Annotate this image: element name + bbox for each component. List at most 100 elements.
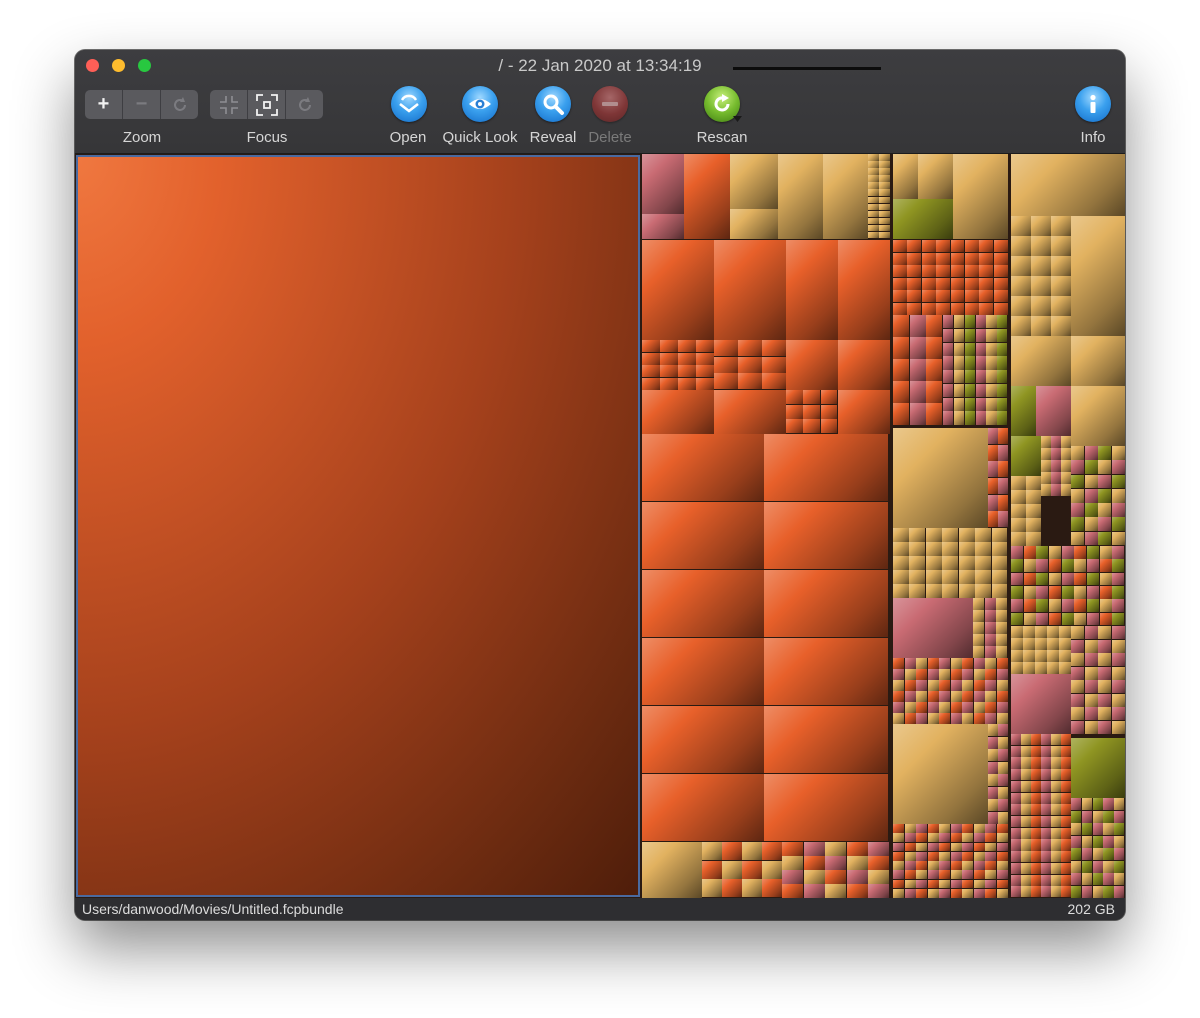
treemap-block[interactable] [879, 168, 890, 175]
treemap-block[interactable] [986, 397, 997, 411]
treemap-block[interactable] [1051, 472, 1061, 484]
treemap-block[interactable] [1059, 662, 1071, 674]
treemap-block[interactable] [1023, 599, 1036, 613]
treemap-block[interactable] [893, 851, 904, 861]
treemap-block[interactable] [909, 381, 926, 403]
treemap-block[interactable] [1023, 546, 1036, 559]
treemap-block[interactable] [1011, 490, 1026, 504]
treemap-block[interactable] [985, 861, 996, 870]
treemap-block[interactable] [921, 265, 936, 277]
treemap-block[interactable] [926, 315, 943, 337]
treemap-block[interactable] [1031, 792, 1041, 804]
treemap-block[interactable] [939, 888, 950, 898]
treemap-block[interactable] [893, 556, 909, 570]
treemap-block[interactable] [975, 383, 986, 397]
treemap-block[interactable] [846, 870, 868, 884]
treemap-block[interactable] [964, 277, 979, 290]
treemap-block[interactable] [942, 542, 959, 556]
treemap-block[interactable] [1041, 734, 1051, 746]
treemap-block[interactable] [1099, 546, 1112, 559]
treemap-block[interactable] [1041, 484, 1051, 496]
treemap-block[interactable] [973, 646, 985, 658]
treemap-block[interactable] [1021, 839, 1031, 851]
treemap-block[interactable] [939, 833, 950, 842]
treemap-block[interactable] [1011, 546, 1024, 559]
treemap-block[interactable] [762, 842, 782, 861]
treemap-block[interactable] [927, 658, 939, 669]
treemap-block[interactable] [1092, 798, 1103, 810]
treemap-block[interactable] [1061, 780, 1071, 793]
treemap-block[interactable] [838, 390, 890, 434]
treemap-block[interactable] [988, 511, 998, 528]
focus-out-button[interactable] [248, 90, 286, 119]
treemap-block[interactable] [1071, 446, 1084, 460]
treemap-block[interactable] [1021, 886, 1031, 898]
treemap-block[interactable] [975, 528, 992, 542]
treemap-block[interactable] [943, 356, 954, 370]
treemap-block[interactable] [907, 277, 922, 290]
treemap-block[interactable] [964, 302, 979, 315]
treemap-block[interactable] [803, 390, 821, 405]
treemap-block[interactable] [925, 556, 942, 570]
treemap-block[interactable] [1011, 816, 1021, 828]
treemap-block[interactable] [993, 277, 1008, 290]
treemap-block[interactable] [1011, 769, 1021, 781]
treemap-block[interactable] [904, 680, 916, 691]
treemap-block[interactable] [998, 444, 1008, 461]
treemap-block[interactable] [973, 851, 985, 861]
treemap-block[interactable] [1051, 745, 1061, 757]
treemap-block[interactable] [1092, 823, 1103, 835]
treemap-block[interactable] [1061, 745, 1071, 757]
treemap-block[interactable] [868, 231, 879, 239]
treemap-block[interactable] [762, 356, 786, 373]
treemap-block[interactable] [1023, 638, 1035, 650]
treemap-block[interactable] [1026, 476, 1041, 490]
treemap-block[interactable] [993, 265, 1008, 277]
treemap-block[interactable] [1036, 572, 1049, 586]
treemap-block[interactable] [904, 833, 916, 842]
treemap-block[interactable] [925, 570, 942, 584]
treemap-block[interactable] [764, 706, 888, 773]
treemap-block[interactable] [868, 217, 879, 225]
treemap-block[interactable] [893, 691, 904, 702]
treemap-block[interactable] [943, 397, 954, 411]
treemap-block[interactable] [1099, 559, 1112, 573]
treemap-block[interactable] [950, 870, 962, 879]
treemap-block[interactable] [696, 340, 714, 352]
treemap-block[interactable] [1061, 734, 1071, 746]
treemap-block[interactable] [1114, 835, 1125, 848]
treemap-block[interactable] [986, 328, 997, 342]
treemap-block[interactable] [1023, 626, 1035, 638]
treemap-block[interactable] [986, 383, 997, 397]
treemap-block[interactable] [984, 598, 996, 610]
treemap-block[interactable] [1071, 336, 1125, 386]
treemap-block[interactable] [696, 365, 714, 377]
treemap-block[interactable] [991, 570, 1008, 584]
treemap-block[interactable] [909, 403, 926, 425]
treemap-block[interactable] [1051, 460, 1061, 472]
treemap-block[interactable] [893, 879, 904, 889]
treemap-block[interactable] [1041, 816, 1051, 828]
treemap-block[interactable] [1071, 720, 1084, 734]
treemap-block[interactable] [943, 342, 954, 356]
treemap-block[interactable] [893, 542, 909, 556]
treemap-block[interactable] [1031, 296, 1051, 316]
treemap-block[interactable] [979, 240, 994, 252]
treemap-block[interactable] [1071, 653, 1084, 666]
treemap-block[interactable] [909, 359, 926, 381]
treemap-block[interactable] [1035, 638, 1047, 650]
treemap-block[interactable] [950, 851, 962, 861]
treemap-block[interactable] [1031, 839, 1041, 851]
treemap-block[interactable] [979, 265, 994, 277]
treemap-block[interactable] [942, 570, 959, 584]
treemap-block[interactable] [1061, 484, 1071, 496]
treemap-block[interactable] [1087, 586, 1100, 599]
treemap-block[interactable] [1071, 460, 1084, 475]
treemap-block[interactable] [927, 851, 939, 861]
treemap-block[interactable] [1011, 886, 1021, 898]
treemap-block[interactable] [909, 528, 926, 542]
treemap-block[interactable] [958, 528, 975, 542]
treemap-block[interactable] [1114, 848, 1125, 860]
treemap-block[interactable] [1051, 839, 1061, 851]
treemap-block[interactable] [803, 870, 825, 884]
